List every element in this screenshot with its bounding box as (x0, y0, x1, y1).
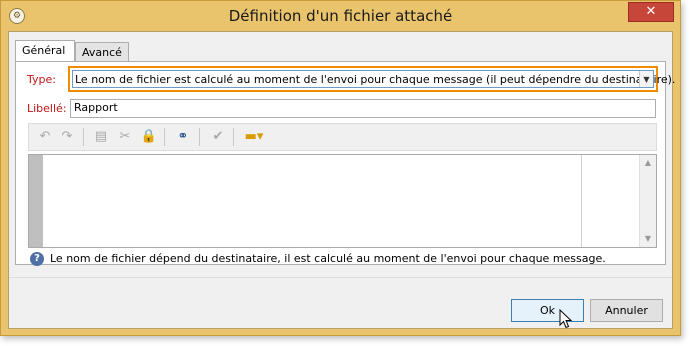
libelle-input[interactable]: Rapport (70, 99, 656, 118)
libelle-label: Libellé: (27, 102, 67, 115)
divider (9, 277, 672, 278)
type-label: Type: (27, 73, 56, 86)
paste-icon[interactable]: ▤ (92, 129, 110, 145)
insert-field-icon[interactable]: ▬▾ (241, 129, 267, 145)
type-select[interactable]: Le nom de fichier est calculé au moment … (68, 66, 675, 92)
check-icon[interactable]: ✔ (209, 129, 227, 145)
undo-icon[interactable]: ↶ (36, 129, 54, 145)
editor-scrollbar[interactable]: ▲ ▼ (639, 155, 656, 247)
scroll-up-icon[interactable]: ▲ (640, 155, 656, 171)
clipboard-lock-icon[interactable]: 🔒 (140, 129, 158, 145)
toolbar-separator (164, 128, 165, 146)
ok-button[interactable]: Ok (511, 299, 584, 322)
chevron-down-icon[interactable]: ▼ (639, 71, 653, 87)
editor-margin-line (581, 155, 582, 247)
expression-editor[interactable]: ▲ ▼ (28, 154, 657, 248)
scroll-down-icon[interactable]: ▼ (640, 231, 656, 247)
dialog-body: Général Avancé Type: Le nom de fichier e… (8, 31, 675, 329)
toolbar-separator (233, 128, 234, 146)
editor-gutter (29, 155, 43, 247)
binoculars-icon[interactable]: ⚭ (174, 129, 192, 145)
cancel-button[interactable]: Annuler (590, 299, 663, 322)
editor-toolbar: ↶ ↷ ▤ ✂ 🔒 ⚭ ✔ ▬▾ (28, 123, 657, 151)
help-text: Le nom de fichier dépend du destinataire… (50, 252, 606, 265)
type-select-value: Le nom de fichier est calculé au moment … (75, 73, 676, 86)
tab-general[interactable]: Général (15, 40, 75, 62)
close-button[interactable]: ✕ (628, 2, 674, 22)
cut-icon[interactable]: ✂ (116, 129, 134, 145)
title-bar[interactable]: ⚙ Définition d'un fichier attaché ✕ (1, 1, 680, 31)
tab-avance[interactable]: Avancé (75, 42, 129, 62)
mouse-cursor-icon (559, 309, 573, 329)
type-select-box[interactable]: Le nom de fichier est calculé au moment … (72, 70, 675, 88)
help-icon: ? (30, 252, 44, 266)
toolbar-separator (83, 128, 84, 146)
toolbar-separator (199, 128, 200, 146)
window-title: Définition d'un fichier attaché (228, 7, 453, 25)
redo-icon[interactable]: ↷ (58, 129, 76, 145)
dialog-window: ⚙ Définition d'un fichier attaché ✕ Géné… (0, 0, 681, 336)
